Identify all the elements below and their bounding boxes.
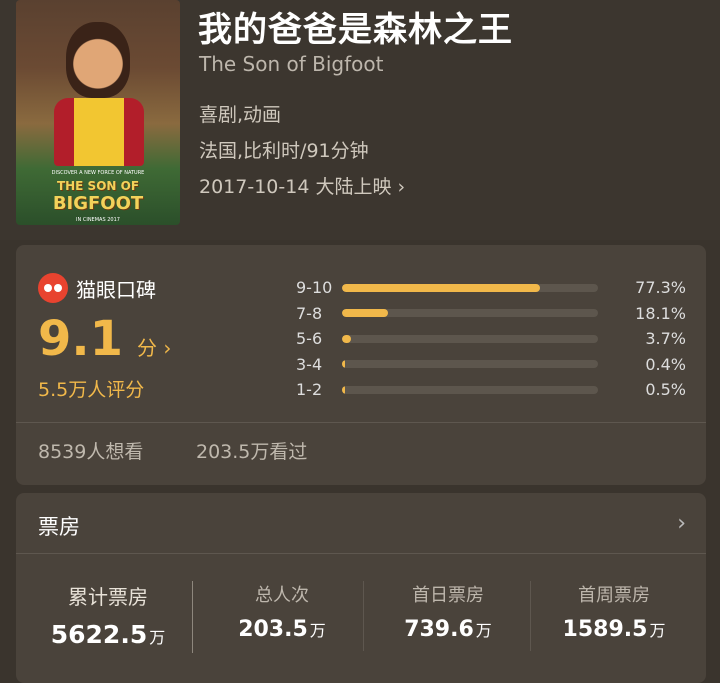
distribution-label: 1-2 (296, 380, 323, 400)
stat-separator (530, 581, 531, 651)
distribution-track (342, 309, 598, 318)
distribution-row: 9-10 77.3% (296, 275, 686, 301)
distribution-label: 7-8 (296, 303, 323, 323)
score-unit: 分 › (137, 336, 172, 360)
chevron-right-icon[interactable]: › (677, 511, 686, 536)
stat-label: 首周票房 (578, 585, 650, 606)
score-link[interactable]: 9.1 分 › (38, 311, 171, 367)
distribution-label: 5-6 (296, 329, 323, 349)
poster-footer: IN CINEMAS 2017 (76, 217, 120, 223)
box-office-total: 累计票房 5622.5 万 (38, 581, 178, 649)
stat-value: 739.6 万 (378, 617, 518, 642)
distribution-row: 3-4 0.4% (296, 352, 686, 378)
rating-brand: 猫眼口碑 (38, 273, 156, 303)
stat-number: 5622.5 (50, 620, 148, 649)
stat-label: 首日票房 (412, 585, 484, 606)
stat-number: 739.6 (404, 617, 474, 642)
rating-brand-label: 猫眼口碑 (76, 277, 156, 302)
box-office-first-day: 首日票房 739.6 万 (378, 581, 518, 642)
distribution-percent: 0.5% (645, 380, 686, 400)
stat-label: 累计票房 (68, 585, 148, 609)
watched-count[interactable]: 203.5万看过 (196, 437, 307, 464)
stat-value: 203.5 万 (212, 617, 352, 642)
stat-label: 总人次 (255, 585, 309, 606)
poster-title: THE SON OF BIGFOOT IN CINEMAS 2017 (16, 178, 180, 225)
distribution-fill (342, 283, 540, 292)
movie-poster[interactable]: DISCOVER A NEW FORCE OF NATURE THE SON O… (16, 0, 180, 225)
distribution-fill (342, 385, 345, 394)
distribution-row: 5-6 3.7% (296, 326, 686, 352)
bracket-divider (192, 581, 203, 653)
stat-unit: 万 (309, 621, 326, 640)
distribution-fill (342, 309, 389, 318)
box-office-title: 票房 (38, 515, 80, 539)
rating-score: 9.1 (38, 311, 124, 367)
chevron-right-icon: › (397, 176, 406, 198)
distribution-percent: 0.4% (645, 354, 686, 374)
release-date: 2017-10-14 大陆上映 (199, 176, 392, 198)
stat-unit: 万 (149, 628, 166, 647)
box-office-card[interactable]: 票房 › 累计票房 5622.5 万 总人次 203.5 万 首日票房 739.6 万… (16, 493, 706, 683)
distribution-row: 7-8 18.1% (296, 301, 686, 327)
poster-title-line2: BIGFOOT (52, 193, 144, 214)
poster-character-body (54, 98, 144, 166)
movie-header: DISCOVER A NEW FORCE OF NATURE THE SON O… (0, 0, 720, 240)
rating-divider (16, 422, 706, 423)
movie-release-link[interactable]: 2017-10-14 大陆上映 › (199, 172, 405, 199)
stat-unit: 万 (649, 621, 666, 640)
box-office-admissions: 总人次 203.5 万 (212, 581, 352, 642)
distribution-track (342, 283, 598, 292)
distribution-row: 1-2 0.5% (296, 377, 686, 403)
distribution-fill (342, 334, 352, 343)
stat-value: 1589.5 万 (544, 617, 684, 642)
stat-number: 203.5 (238, 617, 308, 642)
maoyan-cat-icon (38, 273, 68, 303)
poster-tagline: DISCOVER A NEW FORCE OF NATURE (51, 170, 145, 176)
distribution-fill (342, 360, 345, 369)
rating-card: 猫眼口碑 9.1 分 › 5.5万人评分 9-10 77.3% 7-8 18.1… (16, 245, 706, 485)
distribution-track (342, 334, 598, 343)
box-office-divider (16, 553, 706, 554)
box-office-first-week: 首周票房 1589.5 万 (544, 581, 684, 642)
movie-genres: 喜剧,动画 (199, 104, 282, 126)
stat-unit: 万 (475, 621, 492, 640)
distribution-track (342, 360, 598, 369)
distribution-label: 9-10 (296, 278, 333, 298)
movie-region-runtime: 法国,比利时/91分钟 (199, 140, 369, 162)
distribution-track (342, 385, 598, 394)
rating-distribution: 9-10 77.3% 7-8 18.1% 5-6 3.7% 3-4 0.4% 1… (296, 275, 686, 403)
want-to-see-count[interactable]: 8539人想看 (38, 437, 143, 464)
poster-character-face (66, 22, 130, 98)
stat-value: 5622.5 万 (38, 620, 178, 649)
distribution-percent: 18.1% (635, 303, 686, 323)
stat-number: 1589.5 (562, 617, 648, 642)
distribution-percent: 77.3% (635, 278, 686, 298)
distribution-percent: 3.7% (645, 329, 686, 349)
movie-original-title: The Son of Bigfoot (199, 52, 384, 76)
distribution-label: 3-4 (296, 354, 323, 374)
rating-count: 5.5万人评分 (38, 379, 145, 401)
stat-separator (363, 581, 364, 651)
movie-title: 我的爸爸是森林之王 (198, 10, 513, 50)
